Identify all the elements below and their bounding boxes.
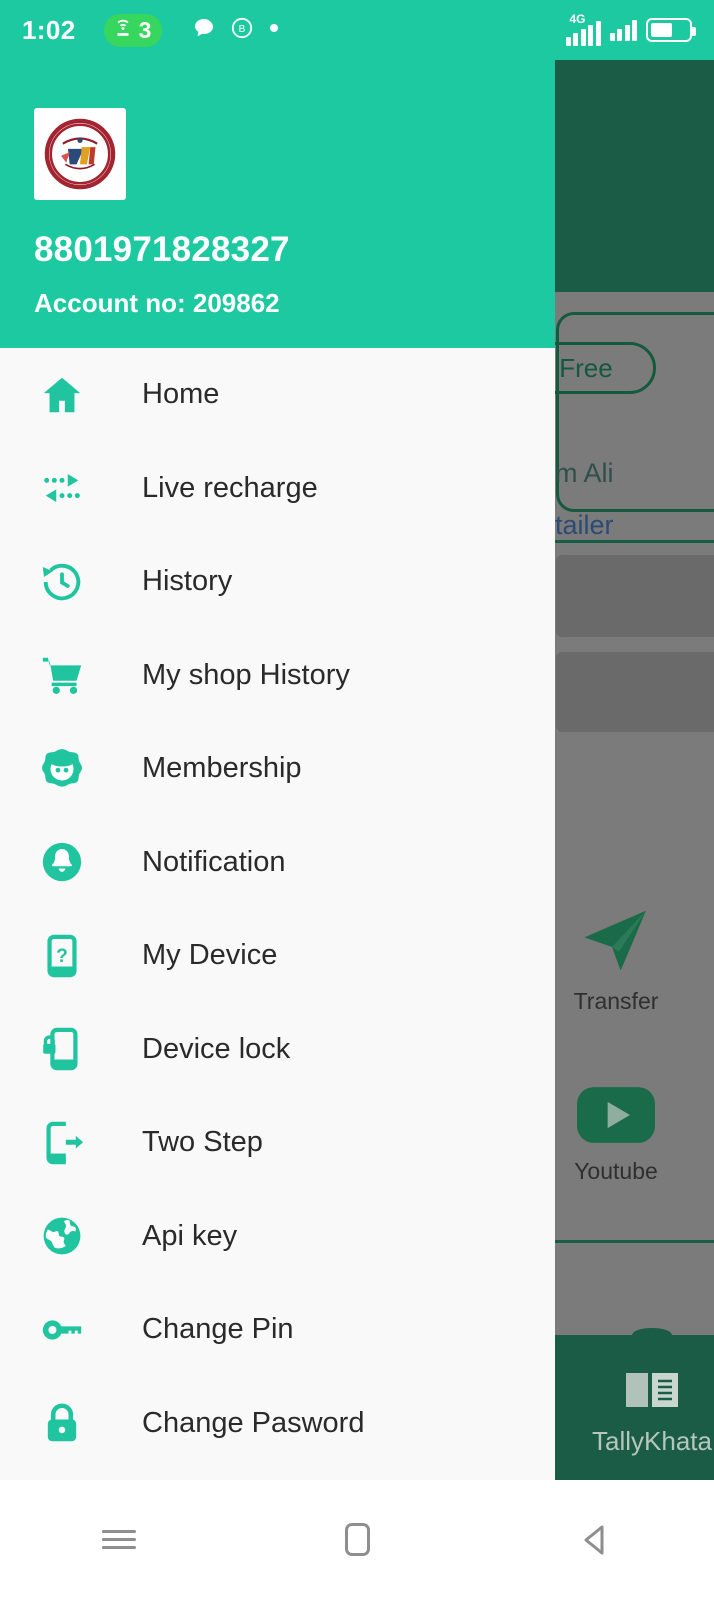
bell-icon [30,839,94,885]
sidebar-item-live-recharge[interactable]: Live recharge [0,442,555,536]
bkash-circle-icon: B [230,16,254,45]
sidebar-item-my-shop-history[interactable]: My shop History [0,629,555,723]
hotspot-badge: 3 [103,13,163,47]
device-lock-icon [30,1026,94,1072]
sidebar-item-label: Device lock [142,1032,291,1065]
hotspot-count: 3 [138,16,152,43]
recents-icon[interactable] [59,1525,179,1554]
sidebar-item-device-lock[interactable]: Device lock [0,1003,555,1097]
android-nav-bar [0,1480,714,1599]
background-bottom-item-tallykhata[interactable]: TallyKhata [542,1335,714,1457]
home-square-icon[interactable] [297,1523,417,1556]
sidebar-item-label: Membership [142,752,302,785]
signal-bars-icon: 4G [565,11,601,46]
shopping-cart-icon [30,652,94,698]
sidebar-item-my-device[interactable]: ? My Device [0,909,555,1003]
sidebar-item-change-pin[interactable]: Change Pin [0,1283,555,1377]
status-bar-right: 4G [565,11,696,46]
key-icon [30,1307,94,1353]
device-arrow-out-icon [30,1120,94,1166]
sidebar-item-label: Home [142,378,220,411]
padlock-icon [30,1400,94,1446]
status-bar-left: 1:02 3 B [22,13,280,47]
sidebar-item-label: Change Pin [142,1313,294,1346]
sidebar-item-label: Notification [142,845,286,878]
sidebar-item-label: My Device [142,939,278,972]
background-block [556,652,714,732]
device-question-icon: ? [30,933,94,979]
profile-account-number: Account no: 209862 [34,288,280,318]
sidebar-item-two-step[interactable]: Two Step [0,1096,555,1190]
globe-icon [30,1213,94,1259]
sidebar-item-membership[interactable]: Membership [0,722,555,816]
signal-bars-secondary-icon [609,19,637,41]
profile-seal-logo[interactable] [34,108,126,200]
background-bottom-bar[interactable]: TallyKhata [542,1328,714,1480]
hotspot-icon [112,17,134,44]
profile-phone-number: 8801971828327 [34,230,290,269]
back-triangle-icon[interactable] [535,1522,655,1558]
dot-icon [268,21,280,39]
sidebar-item-change-password[interactable]: Change Pasword [0,1377,555,1471]
navigation-drawer[interactable]: 8801971828327 Account no: 209862 Home Li… [0,60,555,1480]
sidebar-item-notification[interactable]: Notification [0,816,555,910]
status-bar-clock: 1:02 [22,14,76,45]
chat-bubble-icon [192,16,216,45]
sidebar-item-api-key[interactable]: Api key [0,1190,555,1284]
background-bottom-item-label: TallyKhata [592,1426,712,1456]
sidebar-item-label: My shop History [142,658,350,691]
status-bar: 1:02 3 B 4G [0,0,714,60]
home-icon [30,372,94,418]
bottom-bar-notch [632,1328,672,1342]
battery-icon [646,18,696,42]
youtube-play-icon [577,1087,655,1149]
history-clock-icon [30,559,94,605]
drawer-menu-list: Home Live recharge History My shop Histo… [0,348,555,1470]
sidebar-item-label: History [142,565,233,598]
background-block [556,555,714,637]
sidebar-item-label: Two Step [142,1126,263,1159]
svg-text:B: B [239,24,246,35]
drawer-header: 8801971828327 Account no: 209862 [0,60,555,348]
network-type-label: 4G [569,11,586,26]
background-divider [540,1240,714,1243]
phone-screen: Free am Ali etailer Transfer Youtube Tal… [0,0,714,1599]
sidebar-item-label: Change Pasword [142,1406,365,1439]
live-recharge-arrows-icon [30,465,94,511]
membership-face-icon [30,746,94,792]
book-icon [622,1373,682,1417]
background-divider [540,540,714,543]
sidebar-item-home[interactable]: Home [0,348,555,442]
sidebar-item-label: Api key [142,1219,238,1252]
svg-text:?: ? [56,946,68,967]
sidebar-item-history[interactable]: History [0,535,555,629]
sidebar-item-label: Live recharge [142,471,318,504]
